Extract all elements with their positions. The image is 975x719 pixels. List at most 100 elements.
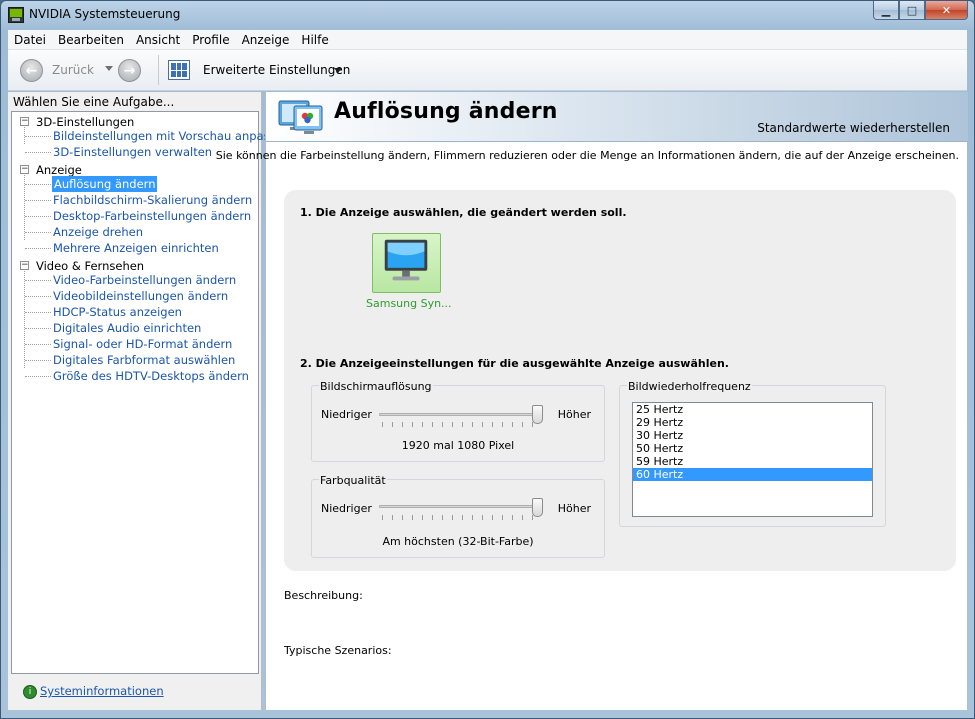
resolution-group: Bildschirmauflösung Niedriger Höher 1920… <box>311 380 605 462</box>
nvidia-app-icon <box>8 7 24 23</box>
display-settings-icon <box>278 100 323 134</box>
close-button[interactable]: ✕ <box>925 1 968 20</box>
menu-anzeige[interactable]: Anzeige <box>236 33 296 47</box>
toolbar: ← Zurück → Erweiterte Einstellungen <box>8 50 967 91</box>
collapse-icon[interactable]: − <box>20 117 29 126</box>
arrow-right-icon: → <box>123 62 136 79</box>
resolution-slider-ticks <box>382 422 542 427</box>
refresh-rate-list[interactable]: 25 Hertz 29 Hertz 30 Hertz 50 Hertz 59 H… <box>632 402 873 517</box>
restore-defaults-link[interactable]: Standardwerte wiederherstellen <box>757 121 950 135</box>
step1-heading: 1. Die Anzeige auswählen, die geändert w… <box>300 206 627 219</box>
task-panel-header: Wählen Sie eine Aufgabe... <box>13 95 175 109</box>
tree-item-anzeige-drehen[interactable]: Anzeige drehen <box>12 224 252 240</box>
color-high-label: Höher <box>557 502 591 515</box>
refresh-option[interactable]: 25 Hertz <box>633 403 872 416</box>
tree-item-label[interactable]: Flachbildschirm-Skalierung ändern <box>53 192 252 208</box>
menu-ansicht[interactable]: Ansicht <box>130 33 186 47</box>
color-slider-track[interactable] <box>379 505 543 508</box>
maximize-button[interactable]: □ <box>899 1 925 20</box>
minimize-button[interactable]: ▁ <box>873 1 899 20</box>
page-intro: Sie können die Farbeinstellung ändern, F… <box>215 149 959 162</box>
title-bar[interactable]: NVIDIA Systemsteuerung ▁ □ ✕ <box>1 1 974 29</box>
refresh-option[interactable]: 30 Hertz <box>633 429 872 442</box>
info-icon: i <box>23 685 37 699</box>
back-history-dropdown-icon[interactable] <box>105 66 113 71</box>
tree-item-farbformat[interactable]: Digitales Farbformat auswählen <box>12 352 252 368</box>
monitor-icon <box>384 239 428 281</box>
tree-item-bildeinstellungen[interactable]: Bildeinstellungen mit Vorschau anpassen <box>12 128 290 144</box>
tree-item-label[interactable]: Bildeinstellungen mit Vorschau anpassen <box>53 128 290 144</box>
refresh-option[interactable]: 59 Hertz <box>633 455 872 468</box>
menu-bearbeiten[interactable]: Bearbeiten <box>52 33 130 47</box>
advanced-settings-button[interactable]: Erweiterte Einstellungen <box>203 63 350 77</box>
refresh-option-selected[interactable]: 60 Hertz <box>633 468 872 481</box>
resolution-slider-track[interactable] <box>379 413 543 416</box>
view-grid-icon[interactable] <box>168 60 190 80</box>
tree-item-label[interactable]: Video-Farbeinstellungen ändern <box>53 272 236 288</box>
menu-bar: Datei Bearbeiten Ansicht Profile Anzeige… <box>8 30 967 50</box>
arrow-left-icon: ← <box>25 62 38 79</box>
back-button[interactable]: ← <box>20 59 43 82</box>
maximize-icon: □ <box>906 3 918 17</box>
tree-item-label[interactable]: Signal- oder HD-Format ändern <box>53 336 232 352</box>
refresh-option[interactable]: 29 Hertz <box>633 416 872 429</box>
tree-item-videobild[interactable]: Videobildeinstellungen ändern <box>12 288 252 304</box>
tree-item-label-selected[interactable]: Auflösung ändern <box>52 176 158 192</box>
tree-item-label[interactable]: Digitales Farbformat auswählen <box>53 352 235 368</box>
tree-item-digital-audio[interactable]: Digitales Audio einrichten <box>12 320 252 336</box>
page-title: Auflösung ändern <box>334 99 558 124</box>
refresh-option[interactable]: 50 Hertz <box>633 442 872 455</box>
app-window: NVIDIA Systemsteuerung ▁ □ ✕ Datei Bearb… <box>0 0 975 719</box>
system-info-link[interactable]: Systeminformationen <box>40 684 164 698</box>
content-panel: Auflösung ändern Standardwerte wiederher… <box>216 92 968 710</box>
back-label[interactable]: Zurück <box>52 63 94 77</box>
display-selector-samsung[interactable] <box>372 233 441 293</box>
resolution-low-label: Niedriger <box>321 408 372 421</box>
tree-item-mehrere-anzeigen[interactable]: Mehrere Anzeigen einrichten <box>12 240 252 256</box>
close-icon: ✕ <box>941 3 952 17</box>
tree-item-hdcp[interactable]: HDCP-Status anzeigen <box>12 304 252 320</box>
resolution-group-title: Bildschirmauflösung <box>319 380 433 393</box>
scenarios-label: Typische Szenarios: <box>284 644 392 657</box>
menu-hilfe[interactable]: Hilfe <box>295 33 334 47</box>
tree-item-skalierung[interactable]: Flachbildschirm-Skalierung ändern <box>12 192 252 208</box>
tree-item-label[interactable]: Mehrere Anzeigen einrichten <box>53 240 219 256</box>
resolution-value: 1920 mal 1080 Pixel <box>401 439 515 452</box>
collapse-icon[interactable]: − <box>20 165 29 174</box>
step2-heading: 2. Die Anzeigeeinstellungen für die ausg… <box>300 357 729 370</box>
tree-item-signal-format[interactable]: Signal- oder HD-Format ändern <box>12 336 252 352</box>
toolbar-separator <box>158 55 159 85</box>
refresh-rate-group-title: Bildwiederholfrequenz <box>627 380 752 393</box>
chevron-down-icon[interactable] <box>334 68 342 73</box>
color-quality-group: Farbqualität Niedriger Höher Am höchsten… <box>311 474 605 558</box>
tree-item-label[interactable]: Videobildeinstellungen ändern <box>53 288 228 304</box>
tree-item-video-farben[interactable]: Video-Farbeinstellungen ändern <box>12 272 252 288</box>
color-value: Am höchsten (32-Bit-Farbe) <box>382 535 534 548</box>
tree-item-label[interactable]: Größe des HDTV-Desktops ändern <box>53 368 249 384</box>
window-controls: ▁ □ ✕ <box>873 1 968 20</box>
tree-item-label[interactable]: 3D-Einstellungen verwalten <box>53 144 212 160</box>
menu-profile[interactable]: Profile <box>186 33 235 47</box>
refresh-rate-group: Bildwiederholfrequenz 25 Hertz 29 Hertz … <box>619 380 886 527</box>
window-title: NVIDIA Systemsteuerung <box>29 7 181 21</box>
window-bottom-border <box>8 710 967 716</box>
description-label: Beschreibung: <box>284 589 363 602</box>
minimize-icon: ▁ <box>881 3 891 17</box>
task-tree[interactable]: − 3D-Einstellungen Bildeinstellungen mit… <box>11 111 290 674</box>
tree-item-label[interactable]: Digitales Audio einrichten <box>53 320 201 336</box>
collapse-icon[interactable]: − <box>20 261 29 270</box>
tree-item-label[interactable]: HDCP-Status anzeigen <box>53 304 182 320</box>
color-slider-ticks <box>382 515 542 520</box>
color-quality-group-title: Farbqualität <box>319 474 387 487</box>
resolution-high-label: Höher <box>557 408 591 421</box>
tree-item-hdtv-groesse[interactable]: Größe des HDTV-Desktops ändern <box>12 368 252 384</box>
tree-item-aufloesung[interactable]: Auflösung ändern <box>12 176 252 192</box>
tree-item-label[interactable]: Desktop-Farbeinstellungen ändern <box>53 208 251 224</box>
menu-datei[interactable]: Datei <box>8 33 52 47</box>
settings-section: 1. Die Anzeige auswählen, die geändert w… <box>284 190 956 571</box>
tree-item-label[interactable]: Anzeige drehen <box>53 224 143 240</box>
tree-item-desktop-farben[interactable]: Desktop-Farbeinstellungen ändern <box>12 208 252 224</box>
display-name-label[interactable]: Samsung Syn... <box>366 297 452 310</box>
forward-button[interactable]: → <box>118 59 141 82</box>
task-panel: Wählen Sie eine Aufgabe... − 3D-Einstell… <box>8 92 290 710</box>
